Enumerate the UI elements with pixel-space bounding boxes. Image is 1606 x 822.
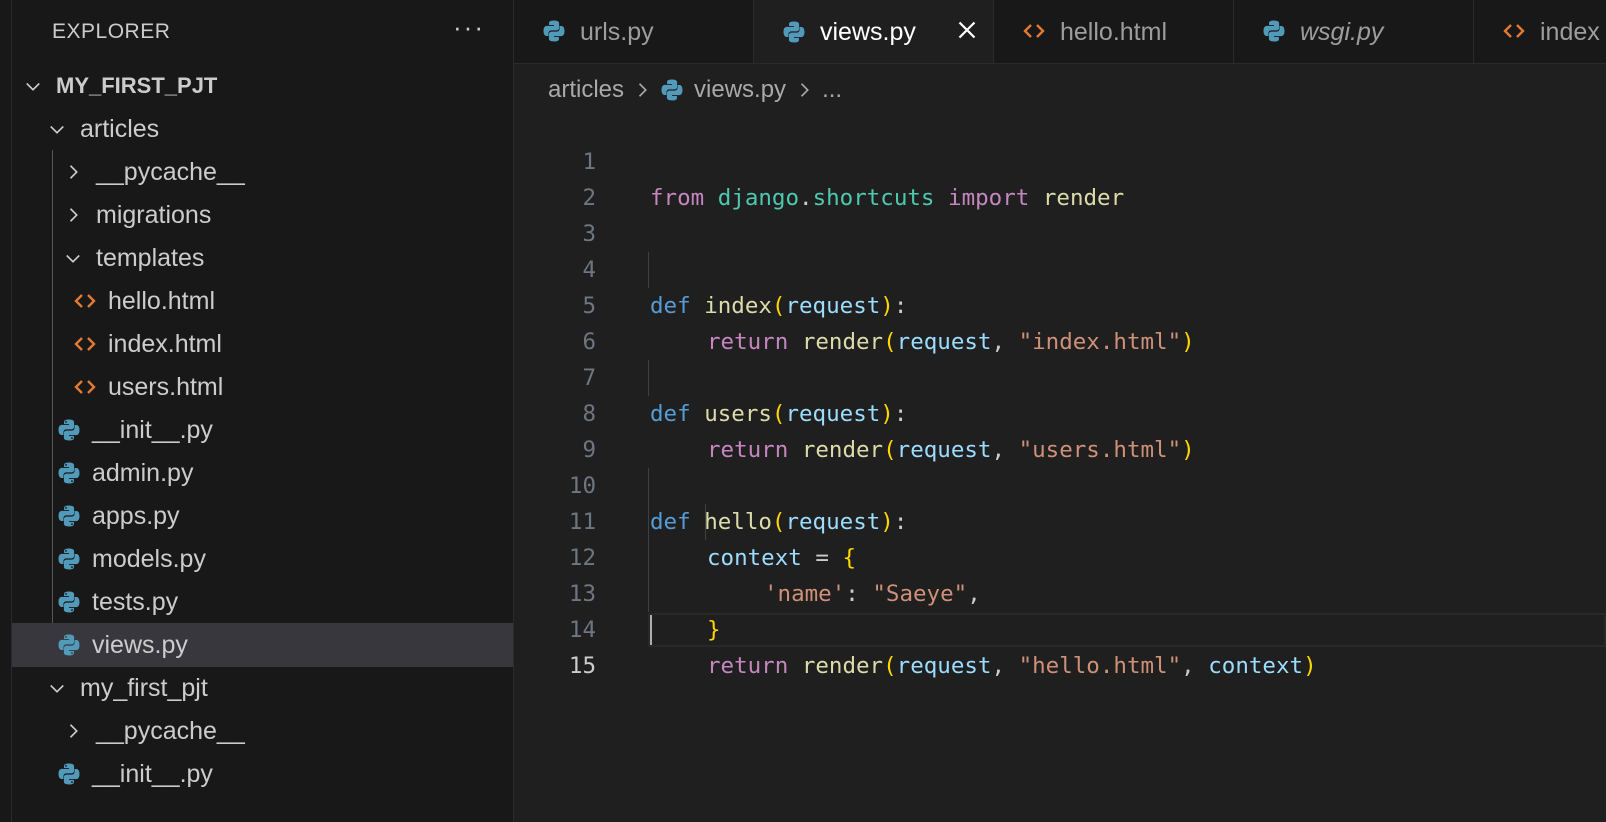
- tree-item-label: migrations: [96, 200, 212, 229]
- python-icon: [56, 503, 82, 529]
- tree-file-views-py[interactable]: views.py: [12, 623, 513, 667]
- tab-label: wsgi.py: [1300, 17, 1384, 46]
- tree-folder-articles[interactable]: articles: [12, 107, 513, 151]
- chevron-right-icon: [794, 80, 814, 100]
- tree-item-label: admin.py: [92, 458, 194, 487]
- tree-folder-pycache-2[interactable]: __pycache__: [12, 709, 513, 753]
- python-icon: [56, 632, 82, 658]
- tab-label: views.py: [820, 18, 916, 46]
- breadcrumb: articles views.py ...: [548, 72, 842, 108]
- breadcrumb-folder[interactable]: articles: [548, 76, 624, 104]
- code-line: 14 return render(request, "hello.html", …: [514, 576, 1606, 679]
- chevron-down-icon: [62, 247, 84, 269]
- tab-label: index: [1540, 17, 1600, 46]
- tree-item-label: index.html: [108, 329, 222, 358]
- tab-urls-py[interactable]: urls.py: [514, 0, 754, 63]
- tree-file-index-html[interactable]: index.html: [12, 322, 513, 366]
- breadcrumb-ellipsis[interactable]: ...: [822, 76, 842, 104]
- tree-file-init-py[interactable]: __init__.py: [12, 408, 513, 452]
- code-line: 1 from django.shortcuts import render: [514, 108, 1606, 211]
- python-icon: [660, 78, 684, 102]
- explorer-header: EXPLORER ···: [12, 0, 513, 64]
- tree-file-tests-py[interactable]: tests.py: [12, 580, 513, 624]
- tree-file-apps-py[interactable]: apps.py: [12, 494, 513, 538]
- activity-bar-edge: [0, 0, 12, 822]
- chevron-right-icon: [62, 720, 84, 742]
- tree-item-label: users.html: [108, 372, 224, 401]
- tree-item-label: __init__.py: [92, 759, 213, 788]
- code-line: 8 return render(request, "users.html"): [514, 360, 1606, 463]
- code-line: 9: [514, 396, 1606, 463]
- tree-root-my-first-pjt[interactable]: MY_FIRST_PJT: [12, 64, 513, 108]
- python-icon: [1262, 19, 1288, 45]
- code-line: 4 def index(request):: [514, 216, 1606, 319]
- tree-item-label: views.py: [92, 630, 188, 659]
- tree-item-label: models.py: [92, 544, 206, 573]
- tree-item-label: tests.py: [92, 587, 179, 616]
- tree-file-init-py-2[interactable]: __init__.py: [12, 752, 513, 796]
- tab-bar: urls.py views.py hello.html wsgi.py inde…: [514, 0, 1606, 64]
- code-line: 12 'name': "Saeye",: [514, 504, 1606, 607]
- more-actions-button[interactable]: ···: [453, 12, 485, 43]
- chevron-down-icon: [22, 75, 44, 97]
- breadcrumb-file[interactable]: views.py: [694, 76, 786, 104]
- tree-item-label: __init__.py: [92, 415, 213, 444]
- chevron-right-icon: [632, 80, 652, 100]
- tree-folder-my-first-pjt[interactable]: my_first_pjt: [12, 666, 513, 710]
- line-number: 15: [568, 653, 596, 679]
- html-icon: [72, 374, 98, 400]
- tree-item-label: __pycache__: [96, 716, 245, 745]
- tab-label: hello.html: [1060, 17, 1167, 46]
- code-line: 2: [514, 144, 1606, 211]
- python-icon: [782, 20, 808, 46]
- tab-views-py[interactable]: views.py: [754, 0, 994, 63]
- explorer-sidebar: EXPLORER ··· MY_FIRST_PJT articles __pyc…: [12, 0, 514, 822]
- tree-item-label: articles: [80, 114, 160, 143]
- tree-folder-migrations[interactable]: migrations: [12, 193, 513, 237]
- tree-item-label: MY_FIRST_PJT: [56, 73, 218, 98]
- tab-hello-html[interactable]: hello.html: [994, 0, 1234, 63]
- chevron-right-icon: [62, 161, 84, 183]
- tree-item-label: templates: [96, 243, 205, 272]
- tree-item-label: hello.html: [108, 286, 215, 315]
- tab-wsgi-py[interactable]: wsgi.py: [1234, 0, 1474, 63]
- code-line: 11 context = {: [514, 468, 1606, 571]
- tab-index-html[interactable]: index: [1474, 0, 1606, 63]
- tree-folder-pycache[interactable]: __pycache__: [12, 150, 513, 194]
- html-icon: [1022, 19, 1048, 45]
- html-icon: [1502, 19, 1528, 45]
- tree-file-users-html[interactable]: users.html: [12, 365, 513, 409]
- tree-file-models-py[interactable]: models.py: [12, 537, 513, 581]
- python-icon: [56, 589, 82, 615]
- code-line: 10 def hello(request):: [514, 432, 1606, 535]
- code-line-active: 15: [514, 612, 1606, 679]
- python-icon: [56, 546, 82, 572]
- python-icon: [56, 761, 82, 787]
- text-cursor: [650, 615, 652, 645]
- python-icon: [56, 460, 82, 486]
- html-icon: [72, 331, 98, 357]
- code-line: 7 def users(request):: [514, 324, 1606, 427]
- tree-item-label: my_first_pjt: [80, 673, 208, 702]
- chevron-down-icon: [46, 118, 68, 140]
- tree-file-admin-py[interactable]: admin.py: [12, 451, 513, 495]
- tab-label: urls.py: [580, 17, 654, 46]
- python-icon: [56, 417, 82, 443]
- chevron-right-icon: [62, 204, 84, 226]
- tree-file-hello-html[interactable]: hello.html: [12, 279, 513, 323]
- code-line: 5 return render(request, "index.html"): [514, 252, 1606, 355]
- python-icon: [542, 19, 568, 45]
- explorer-title: EXPLORER: [52, 20, 171, 43]
- chevron-down-icon: [46, 677, 68, 699]
- code-line: 3: [514, 180, 1606, 247]
- tree-item-label: apps.py: [92, 501, 180, 530]
- html-icon: [72, 288, 98, 314]
- close-icon[interactable]: [955, 18, 979, 42]
- code-line: 6: [514, 288, 1606, 355]
- tree-folder-templates[interactable]: templates: [12, 236, 513, 280]
- tree-item-label: __pycache__: [96, 157, 245, 186]
- editor-area: urls.py views.py hello.html wsgi.py inde…: [514, 0, 1606, 822]
- code-line: 13 }: [514, 540, 1606, 643]
